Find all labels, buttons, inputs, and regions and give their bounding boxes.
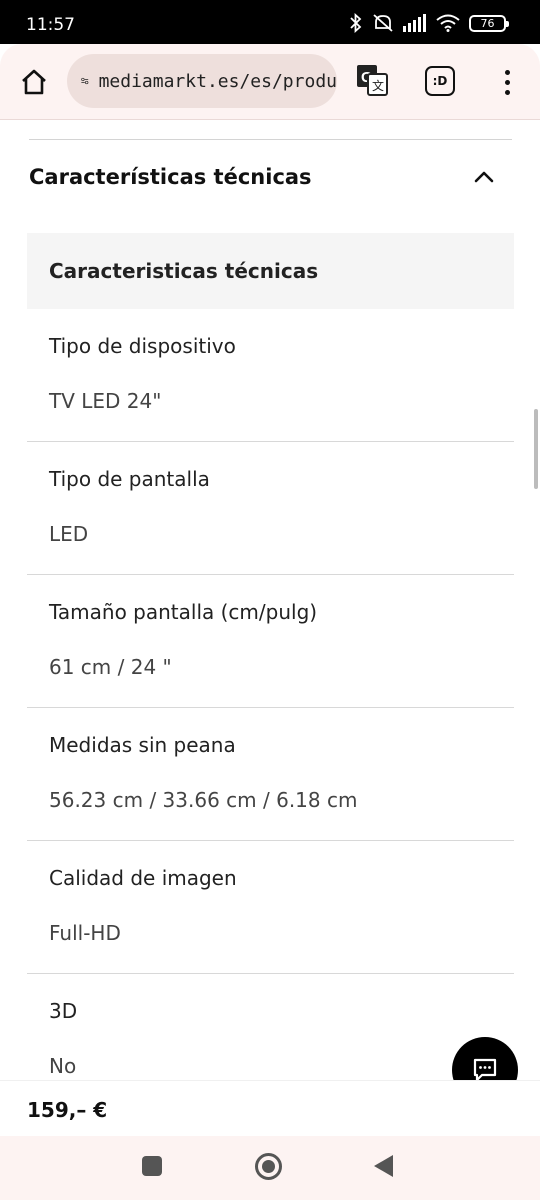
more-menu-button[interactable] (495, 64, 519, 100)
tabs-button[interactable]: :D (425, 66, 455, 96)
translate-button[interactable]: G文 (354, 62, 390, 98)
spec-row: Tamaño pantalla (cm/pulg) 61 cm / 24 " (27, 575, 514, 708)
spec-value: LED (49, 522, 89, 546)
home-button[interactable] (14, 62, 54, 102)
specs-group-title: Caracteristicas técnicas (49, 259, 319, 283)
spec-list: Tipo de dispositivo TV LED 24" Tipo de p… (27, 309, 514, 1080)
home-dot-icon (262, 1160, 275, 1173)
address-bar[interactable]: mediamarkt.es/es/produ (67, 54, 337, 108)
status-icons: 76 (349, 12, 509, 34)
specs-group-header: Caracteristicas técnicas (27, 233, 514, 309)
scrollbar-thumb[interactable] (534, 409, 538, 489)
battery-icon: 76 (469, 14, 509, 32)
product-price: 159,– € (27, 1098, 108, 1122)
spec-row: Medidas sin peana 56.23 cm / 33.66 cm / … (27, 708, 514, 841)
chat-icon (473, 1058, 497, 1080)
translate-icon: G文 (357, 65, 388, 96)
mute-icon (373, 14, 393, 32)
spec-row: 3D No (27, 974, 514, 1080)
dot-icon (504, 69, 510, 75)
spec-label: Tipo de pantalla (49, 467, 210, 491)
status-bar: 11:57 76 (0, 0, 540, 44)
spec-label: Medidas sin peana (49, 733, 236, 757)
spec-value: 61 cm / 24 " (49, 655, 172, 679)
spec-row: Tipo de pantalla LED (27, 442, 514, 575)
site-settings-icon (81, 77, 89, 85)
recents-button[interactable] (142, 1156, 162, 1176)
spec-label: Tipo de dispositivo (49, 334, 236, 358)
back-button[interactable] (374, 1155, 393, 1177)
wifi-icon (436, 14, 460, 32)
spec-value: 56.23 cm / 33.66 cm / 6.18 cm (49, 788, 358, 812)
spec-row: Tipo de dispositivo TV LED 24" (27, 309, 514, 442)
specs-accordion-header[interactable]: Características técnicas (29, 150, 512, 204)
browser-toolbar: mediamarkt.es/es/produ G文 :D (0, 44, 540, 120)
svg-text:文: 文 (372, 78, 384, 93)
system-nav-bar (0, 1136, 540, 1200)
spec-label: Calidad de imagen (49, 866, 237, 890)
dot-icon (504, 79, 510, 85)
price-bar: 159,– € (0, 1080, 540, 1136)
spec-row: Calidad de imagen Full-HD (27, 841, 514, 974)
chevron-up-icon[interactable] (473, 166, 495, 188)
nav-home-button[interactable] (255, 1153, 282, 1180)
spec-label: Tamaño pantalla (cm/pulg) (49, 600, 318, 624)
divider (29, 139, 512, 140)
home-icon (22, 69, 46, 95)
spec-value: No (49, 1054, 77, 1078)
spec-value: TV LED 24" (49, 389, 162, 413)
battery-level: 76 (480, 16, 495, 30)
page-content: Características técnicas Caracteristicas… (0, 120, 540, 1080)
spec-value: Full-HD (49, 921, 121, 945)
bluetooth-icon (350, 13, 362, 33)
section-title: Características técnicas (29, 165, 312, 189)
spec-label: 3D (49, 999, 78, 1023)
url-text: mediamarkt.es/es/produ (98, 70, 337, 92)
signal-icon (403, 14, 426, 32)
status-time: 11:57 (26, 15, 75, 35)
dot-icon (504, 89, 510, 95)
